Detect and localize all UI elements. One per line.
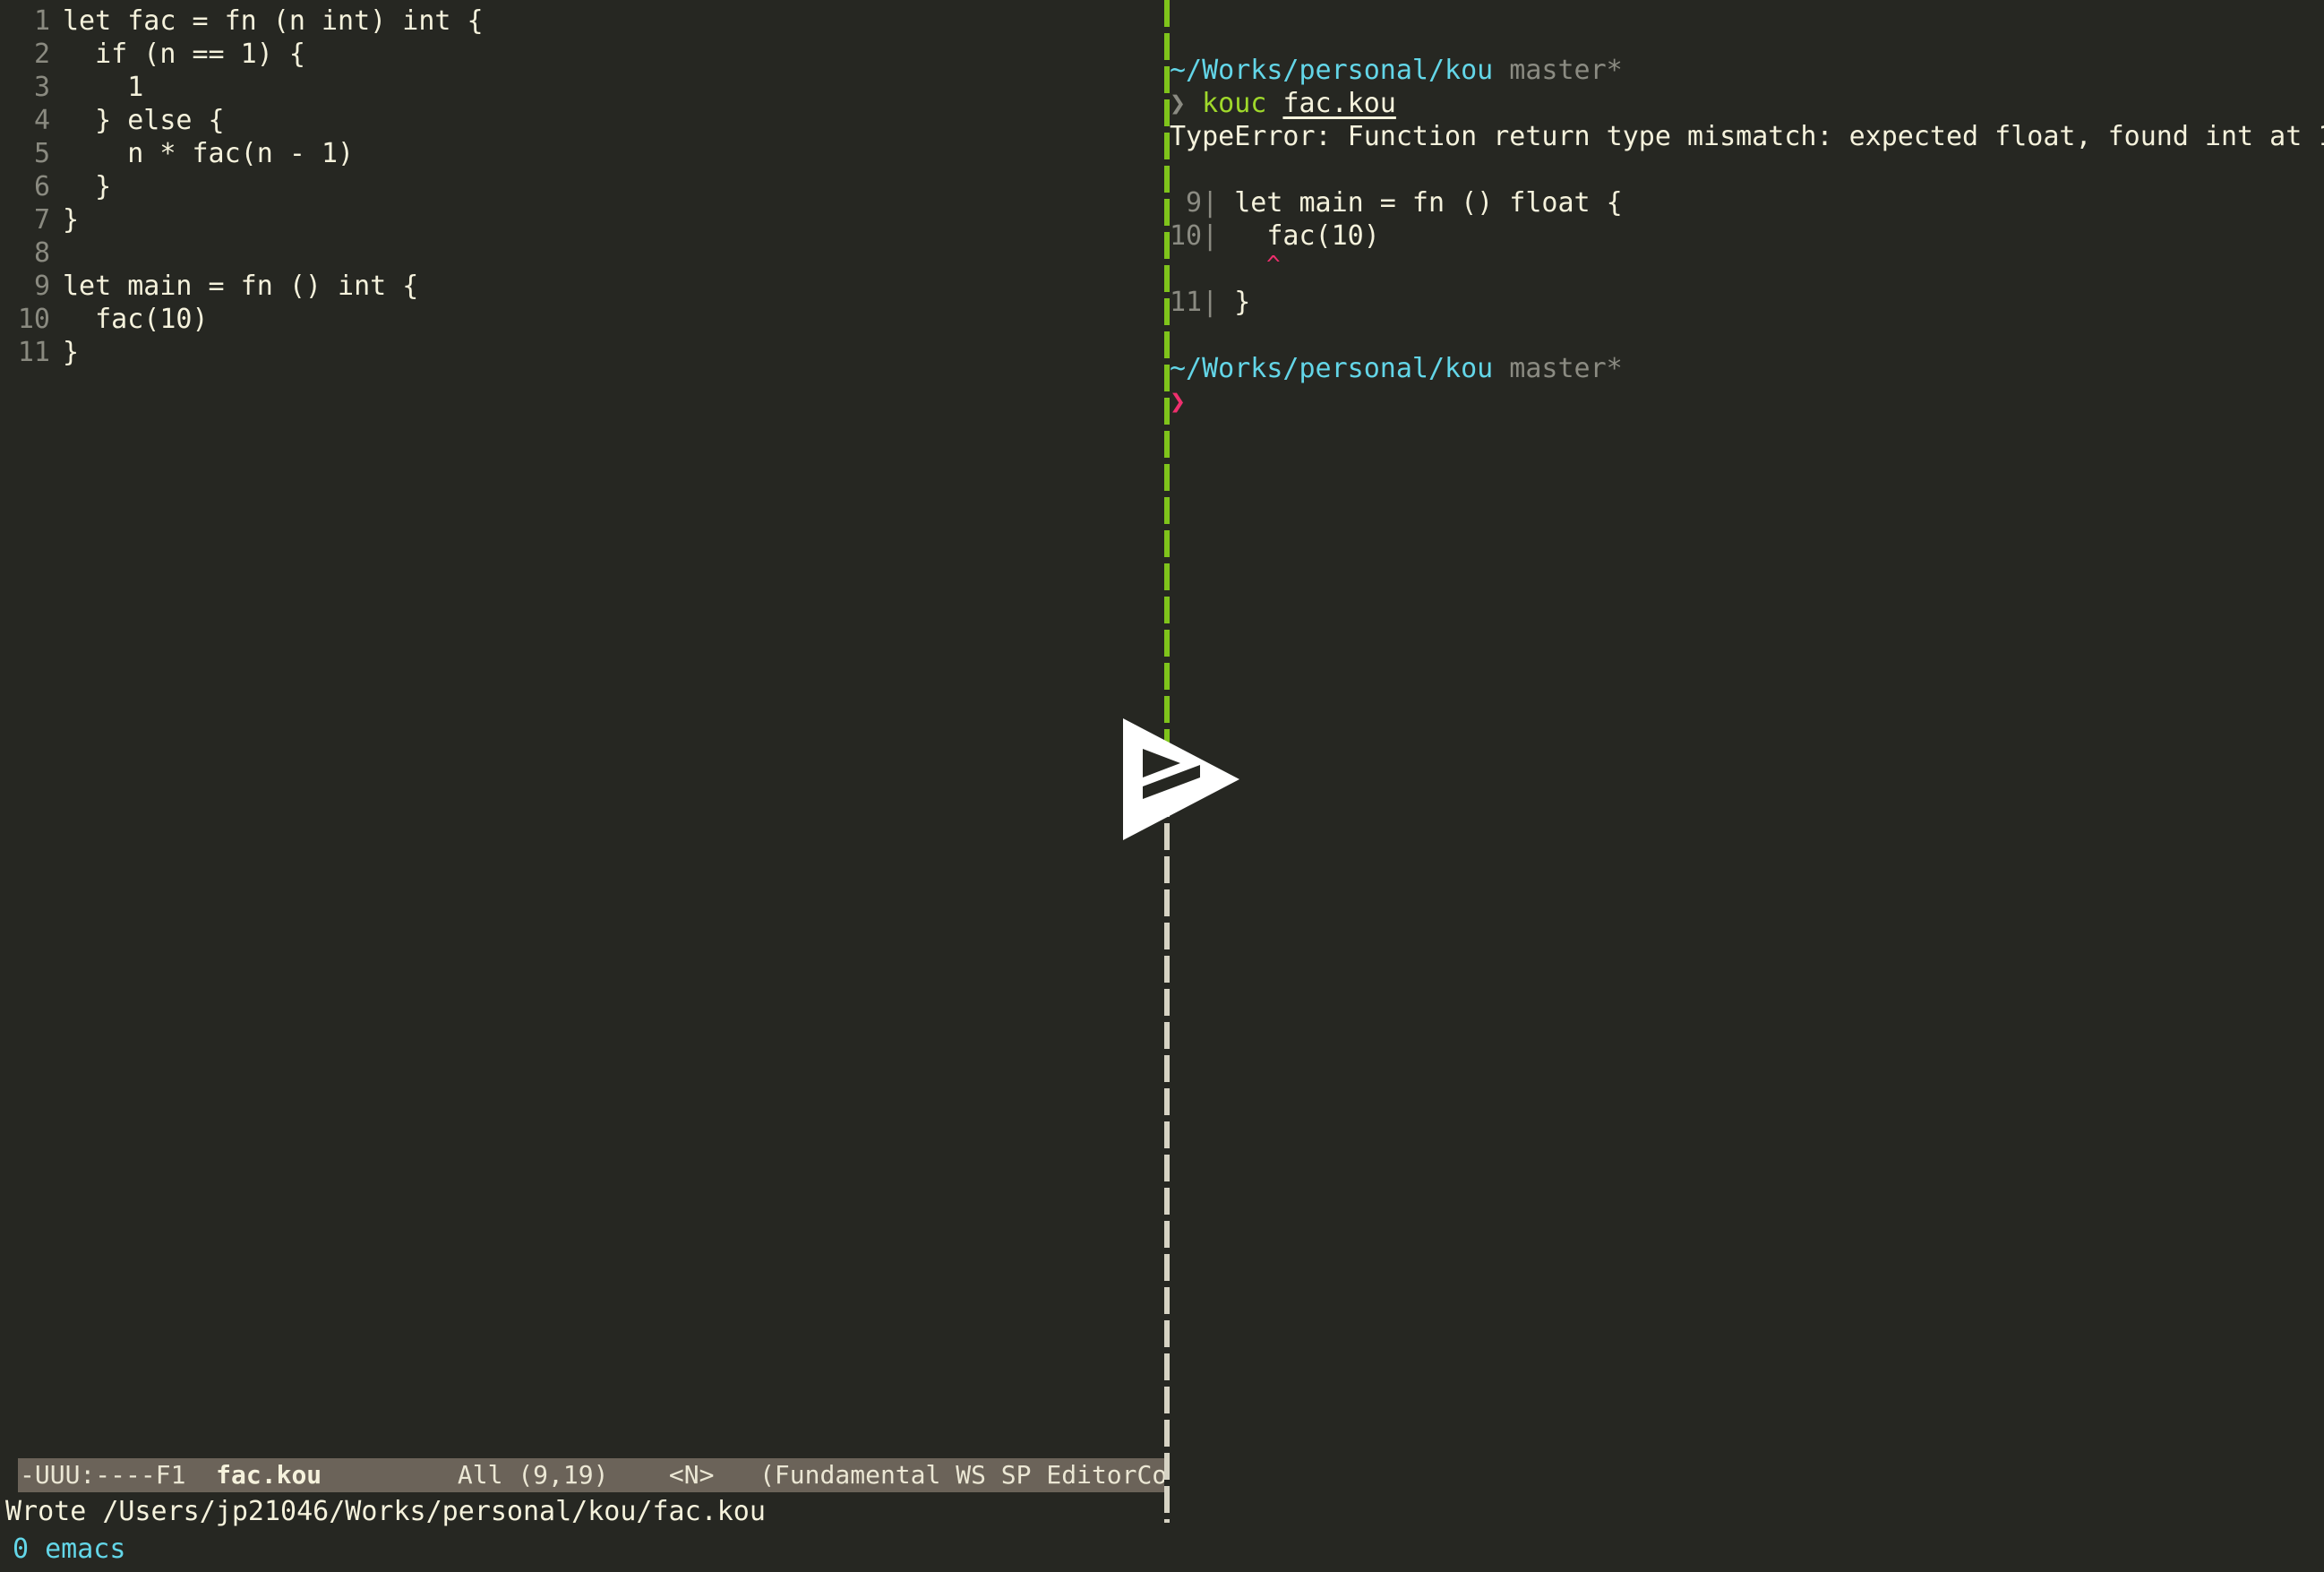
code-line-text: let fac = fn (n int) int { [63,5,484,37]
snippet-line-number: 9 [1170,187,1203,219]
line-number: 2 [33,39,50,70]
code-line[interactable]: 9 let main = fn () int { [0,270,1164,303]
play-button[interactable] [1123,718,1239,840]
modeline-sep-5 [715,1460,760,1490]
emacs-echo-area: Wrote /Users/jp21046/Works/personal/kou/… [0,1494,1164,1530]
snippet-line-number: 11 [1170,287,1203,318]
code-line[interactable]: 2 if (n == 1) { [0,38,1164,71]
command-gap-2 [1266,88,1282,119]
code-line-text: } [63,204,80,236]
snippet-code: } [1234,287,1251,318]
error-snippet-line: 11| } [1170,286,1250,319]
modeline-sep-2 [322,1460,458,1490]
line-number: 3 [33,72,50,103]
line-number: 1 [33,5,50,37]
code-line-text: } else { [63,105,225,136]
line-number: 10 [17,304,50,335]
line-number: 11 [17,337,50,368]
prompt-git-branch: master* [1509,55,1623,86]
command-gap [1186,88,1202,119]
line-number: 8 [33,237,50,269]
code-line-text: if (n == 1) { [63,39,305,70]
modeline-sep-1 [185,1460,216,1490]
error-snippet-line: 9| let main = fn () float { [1170,186,1623,219]
snippet-bar: | [1202,287,1219,318]
code-line[interactable]: 10 fac(10) [0,303,1164,336]
error-snippet-line: 10| fac(10) [1170,219,1380,253]
prompt-gap [1493,353,1509,384]
prompt-git-branch: master* [1509,353,1623,384]
modeline-flags: -UUU:----F1 [20,1460,186,1490]
code-line[interactable]: 4 } else { [0,104,1164,137]
modeline-buffer-name: fac.kou [216,1460,322,1490]
terminal-screen: 1 let fac = fn (n int) int { 2 if (n == … [0,0,2324,1572]
modeline-sep-3 [502,1460,518,1490]
play-icon[interactable] [1123,718,1239,840]
line-number: 5 [33,138,50,169]
modeline-sep-4 [608,1460,668,1490]
tmux-status-bar[interactable]: 0 emacs [0,1527,2324,1572]
shell-prompt-line-2: ~/Works/personal/kou master* [1170,352,1623,385]
code-line-text: let main = fn () int { [63,271,419,302]
shell-input-line[interactable]: ❯ [1170,385,1186,418]
code-line[interactable]: 7 } [0,203,1164,236]
code-line-text: 1 [63,72,144,103]
code-line-text: n * fac(n - 1) [63,138,355,169]
modeline-position-scope: All [457,1460,503,1490]
snippet-bar: | [1202,187,1219,219]
shell-command-line: ❯ kouc fac.kou [1170,87,1396,120]
code-line[interactable]: 8 [0,236,1164,270]
modeline-minor-modes: (Fundamental WS SP EditorCon [759,1460,1164,1490]
command-argument: fac.kou [1282,88,1396,119]
prompt-symbol-icon: ❯ [1170,386,1187,417]
emacs-pane[interactable]: 1 let fac = fn (n int) int { 2 if (n == … [0,0,1164,1473]
tmux-window-item[interactable]: 0 emacs [13,1533,125,1565]
code-line[interactable]: 6 } [0,170,1164,203]
line-number: 7 [33,204,50,236]
code-line-text: } [63,171,112,202]
code-line[interactable]: 3 1 [0,71,1164,104]
prompt-symbol-icon: ❯ [1170,88,1187,119]
snippet-code: let main = fn () float { [1234,187,1623,219]
error-message: TypeError: Function return type mismatch… [1170,121,2324,152]
line-number: 9 [33,271,50,302]
shell-prompt-line-1: ~/Works/personal/kou master* [1170,54,1623,87]
snippet-code: fac(10) [1234,220,1380,252]
shell-pane[interactable]: ~/Works/personal/kou master* ❯ kouc fac.… [1170,0,2324,1523]
prompt-cwd: ~/Works/personal/kou [1170,55,1494,86]
code-line[interactable]: 5 n * fac(n - 1) [0,137,1164,170]
command-name: kouc [1202,88,1267,119]
code-line[interactable]: 11 } [0,336,1164,369]
code-line[interactable]: 1 let fac = fn (n int) int { [0,4,1164,38]
modeline-evil-state: <N> [668,1460,715,1490]
snippet-line-number: 10 [1170,220,1203,252]
prompt-gap [1493,55,1509,86]
snippet-bar: | [1202,220,1219,252]
emacs-mode-line[interactable]: -UUU:----F1 fac.kou All (9,19) <N> (Fund… [18,1458,1164,1492]
code-line-text: fac(10) [63,304,209,335]
prompt-cwd: ~/Works/personal/kou [1170,353,1494,384]
line-number: 6 [33,171,50,202]
line-number: 4 [33,105,50,136]
error-caret-marker: ^ [1266,252,1281,279]
emacs-buffer[interactable]: 1 let fac = fn (n int) int { 2 if (n == … [0,4,1164,369]
modeline-position: (9,19) [518,1460,609,1490]
code-line-text: } [63,337,80,368]
